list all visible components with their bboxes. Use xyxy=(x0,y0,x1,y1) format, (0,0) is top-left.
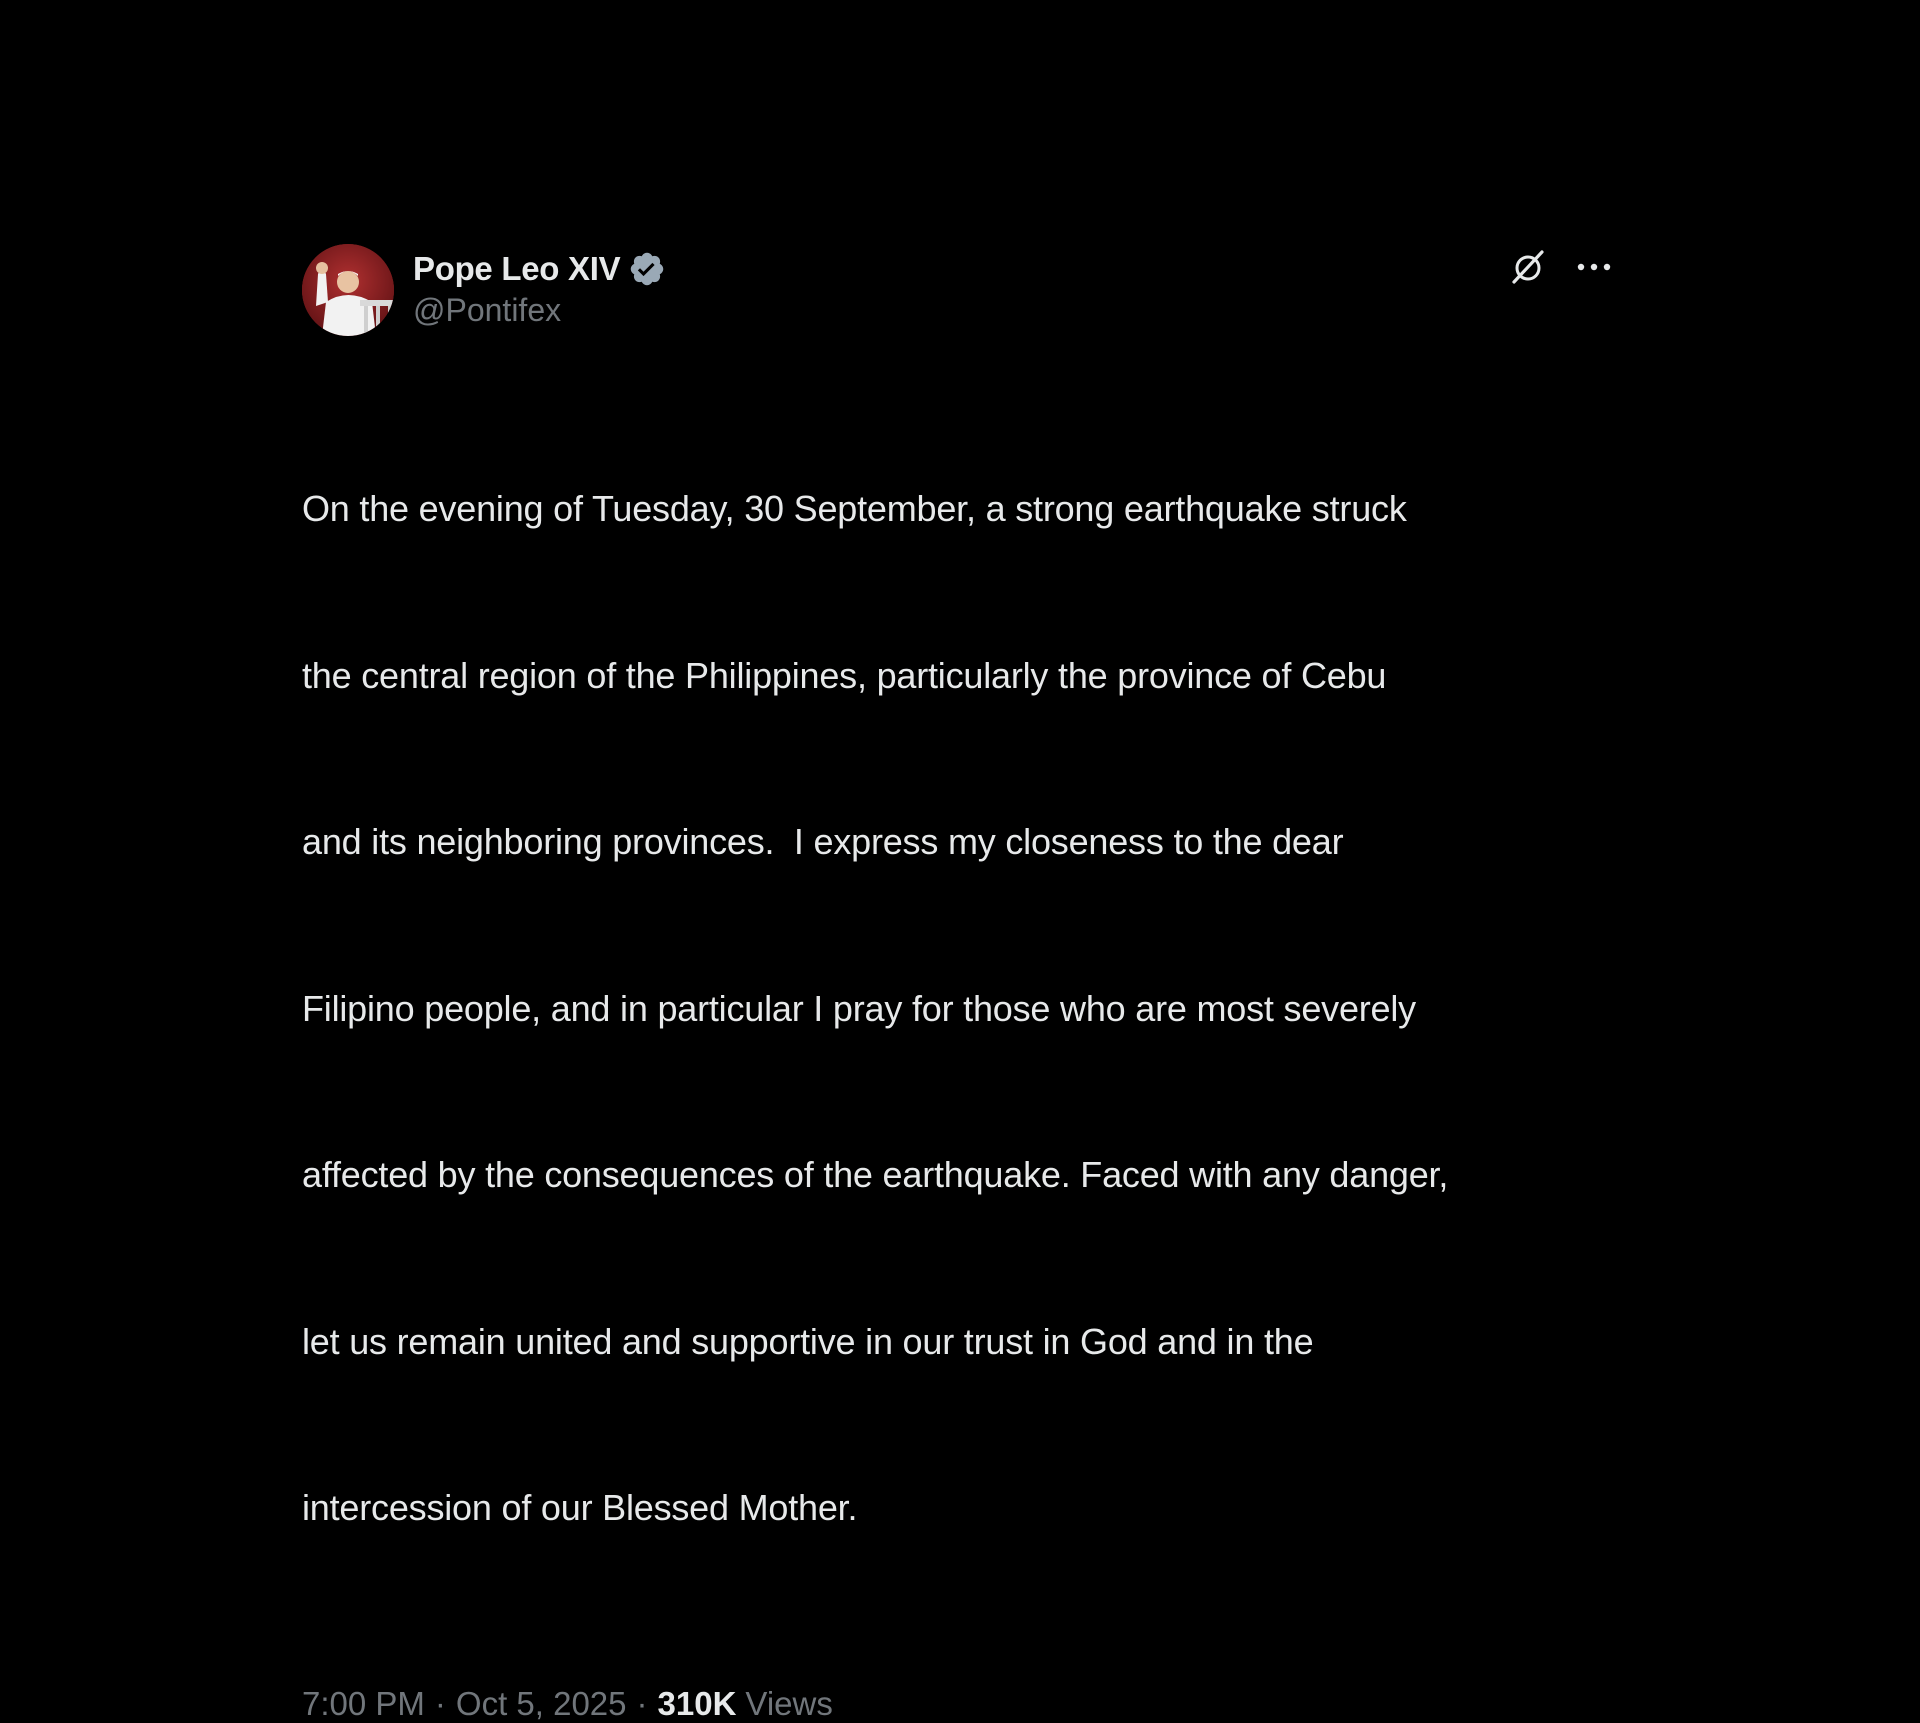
post-time[interactable]: 7:00 PM xyxy=(302,1685,425,1723)
verified-badge-icon[interactable] xyxy=(628,250,666,288)
name-row: Pope Leo XIV xyxy=(413,246,666,292)
post-actions xyxy=(1508,246,1612,292)
post-text-line: intercession of our Blessed Mother. xyxy=(302,1487,858,1528)
post-text-line: the central region of the Philippines, p… xyxy=(302,654,1387,696)
post-text-line: let us remain united and supportive in o… xyxy=(302,1320,1314,1362)
more-options-icon[interactable] xyxy=(1576,260,1612,278)
post-card: Pope Leo XIV @Pontifex On the evening of… xyxy=(302,244,1612,1723)
views-label: Views xyxy=(745,1684,833,1722)
post-text-line: Filipino people, and in particular I pra… xyxy=(302,987,1416,1029)
author-handle[interactable]: @Pontifex xyxy=(413,292,666,329)
post-text-line: On the evening of Tuesday, 30 September,… xyxy=(302,488,1407,529)
post-text-line: and its neighboring provinces. I express… xyxy=(302,821,1344,862)
post-text-line: affected by the consequences of the eart… xyxy=(302,1154,1449,1195)
meta-separator: · xyxy=(434,1684,446,1722)
grok-icon[interactable] xyxy=(1508,247,1548,292)
author-display-name[interactable]: Pope Leo XIV xyxy=(413,250,621,288)
post-text: On the evening of Tuesday, 30 September,… xyxy=(302,370,1612,1647)
post-date[interactable]: Oct 5, 2025 xyxy=(456,1685,627,1723)
meta-separator: · xyxy=(636,1684,648,1722)
views-count[interactable]: 310K xyxy=(658,1685,737,1723)
post-meta: 7:00 PM · Oct 5, 2025 · 310K Views xyxy=(302,1685,1612,1723)
author-info: Pope Leo XIV @Pontifex xyxy=(413,246,666,329)
avatar[interactable] xyxy=(302,244,394,336)
post-header: Pope Leo XIV @Pontifex xyxy=(302,244,1612,336)
avatar-image xyxy=(302,244,394,336)
